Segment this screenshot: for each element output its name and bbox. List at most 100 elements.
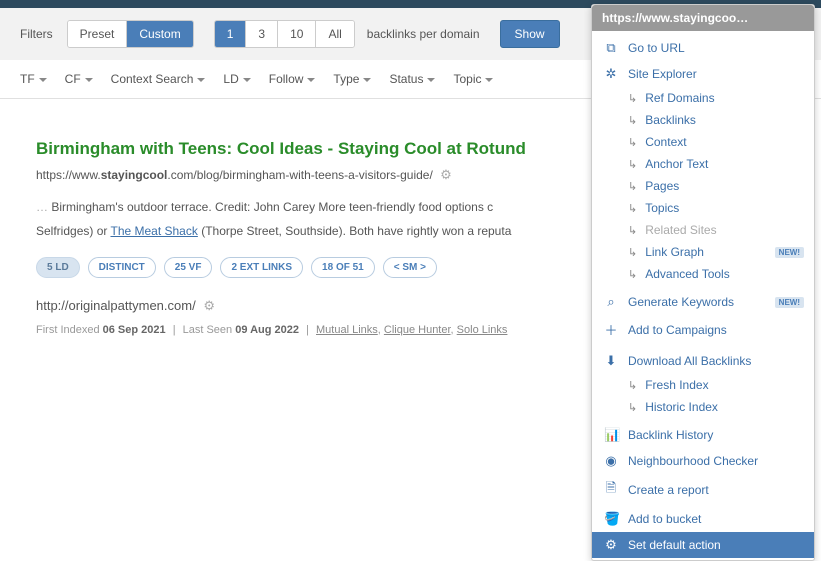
url-domain: stayingcool (101, 168, 168, 182)
menu-site-explorer[interactable]: ✲ Site Explorer (592, 61, 814, 87)
menu-label: Context (645, 135, 686, 149)
menu-fresh-index[interactable]: ↳ Fresh Index (592, 374, 814, 396)
pill-vf[interactable]: 25 VF (164, 257, 213, 278)
sub-arrow-icon: ↳ (628, 158, 637, 171)
status-dropdown[interactable]: Status (389, 72, 435, 86)
menu-download-backlinks[interactable]: ⬇ Download All Backlinks (592, 348, 814, 374)
solo-links-link[interactable]: Solo Links (457, 324, 508, 336)
topic-dropdown[interactable]: Topic (453, 72, 493, 86)
cf-dropdown[interactable]: CF (65, 72, 93, 86)
menu-context[interactable]: ↳ Context (592, 131, 814, 153)
menu-label: Go to URL (628, 41, 685, 55)
menu-label: Backlink History (628, 428, 713, 442)
external-link-icon: ⧉ (604, 40, 618, 56)
mutual-links-link[interactable]: Mutual Links (316, 324, 378, 336)
sub-arrow-icon: ↳ (628, 136, 637, 149)
menu-neighbourhood[interactable]: ◉ Neighbourhood Checker (592, 448, 814, 474)
menu-set-default[interactable]: ⚙ Set default action (592, 532, 814, 558)
menu-label: Backlinks (645, 113, 696, 127)
menu-label: Generate Keywords (628, 295, 734, 309)
ellipsis: … (36, 200, 48, 214)
menu-backlink-history[interactable]: 📊 Backlink History (592, 422, 814, 448)
context-menu-header: https://www.stayingcoo… (592, 5, 814, 31)
filters-label: Filters (20, 27, 53, 41)
menu-label: Ref Domains (645, 91, 714, 105)
first-indexed-date: 06 Sep 2021 (103, 324, 166, 336)
menu-ref-domains[interactable]: ↳ Ref Domains (592, 87, 814, 109)
menu-topics[interactable]: ↳ Topics (592, 197, 814, 219)
pill-ld[interactable]: 5 LD (36, 257, 80, 278)
follow-dropdown[interactable]: Follow (269, 72, 316, 86)
last-seen-label: Last Seen (183, 324, 236, 336)
menu-label: Add to Campaigns (628, 323, 727, 337)
gear-icon[interactable]: ⚙ (440, 167, 452, 183)
pill-of[interactable]: 18 OF 51 (311, 257, 375, 278)
gear-icon: ⚙ (604, 537, 618, 553)
sub-arrow-icon: ↳ (628, 379, 637, 392)
document-icon: 🗎 (604, 479, 618, 501)
tf-dropdown[interactable]: TF (20, 72, 47, 86)
menu-label: Fresh Index (645, 378, 708, 392)
last-seen-date: 09 Aug 2022 (235, 324, 299, 336)
url-prefix: https://www. (36, 168, 101, 182)
menu-anchor-text[interactable]: ↳ Anchor Text (592, 153, 814, 175)
menu-related-sites[interactable]: ↳Related Sites (592, 219, 814, 241)
menu-label: Set default action (628, 538, 721, 552)
pill-distinct[interactable]: DISTINCT (88, 257, 156, 278)
pill-ext-links[interactable]: 2 EXT LINKS (220, 257, 303, 278)
snippet-link[interactable]: The Meat Shack (110, 224, 197, 238)
menu-link-graph[interactable]: ↳Link GraphNEW! (592, 241, 814, 263)
sub-arrow-icon: ↳ (628, 268, 637, 281)
pp-1-button[interactable]: 1 (215, 21, 247, 47)
context-menu: https://www.stayingcoo… ⧉ Go to URL ✲ Si… (591, 4, 815, 561)
menu-create-report[interactable]: 🗎 Create a report (592, 474, 814, 506)
new-badge: NEW! (775, 297, 804, 308)
menu-label: Historic Index (645, 400, 718, 414)
menu-label: Download All Backlinks (628, 354, 751, 368)
menu-generate-keywords[interactable]: ⌕ Generate Keywords NEW! (592, 289, 814, 315)
ld-dropdown[interactable]: LD (223, 72, 250, 86)
menu-add-campaigns[interactable]: ＋ Add to Campaigns (592, 315, 814, 344)
sub-arrow-icon: ↳ (628, 246, 637, 259)
gear-icon[interactable]: ⚙ (203, 298, 215, 314)
type-dropdown[interactable]: Type (333, 72, 371, 86)
preset-button[interactable]: Preset (68, 21, 128, 47)
show-button[interactable]: Show (500, 20, 560, 48)
chart-icon: 📊 (604, 427, 618, 443)
menu-historic-index[interactable]: ↳ Historic Index (592, 396, 814, 418)
menu-label: Topics (645, 201, 679, 215)
sub-arrow-icon: ↳ (628, 92, 637, 105)
sub-arrow-icon: ↳ (628, 202, 637, 215)
menu-label: Pages (645, 179, 679, 193)
sub-arrow-icon: ↳ (628, 114, 637, 127)
snippet-text-2a: Selfridges) or (36, 224, 110, 238)
menu-backlinks[interactable]: ↳ Backlinks (592, 109, 814, 131)
menu-label: Anchor Text (645, 157, 708, 171)
plus-icon: ＋ (604, 320, 618, 339)
pp-3-button[interactable]: 3 (246, 21, 278, 47)
menu-go-to-url[interactable]: ⧉ Go to URL (592, 35, 814, 61)
sub-arrow-icon: ↳ (628, 180, 637, 193)
compass-icon: ✲ (604, 66, 618, 82)
pill-sm[interactable]: < SM > (383, 257, 437, 278)
menu-add-bucket[interactable]: 🪣 Add to bucket (592, 506, 814, 532)
menu-label: Neighbourhood Checker (628, 454, 758, 468)
custom-button[interactable]: Custom (127, 21, 192, 47)
menu-label: Advanced Tools (645, 267, 730, 281)
pp-all-button[interactable]: All (316, 21, 353, 47)
context-search-dropdown[interactable]: Context Search (111, 72, 206, 86)
snippet-text-2b: (Thorpe Street, Southside). Both have ri… (198, 224, 512, 238)
menu-label: Related Sites (645, 223, 716, 237)
menu-advanced-tools[interactable]: ↳ Advanced Tools (592, 263, 814, 285)
backlink-url-text[interactable]: http://originalpattymen.com/ (36, 298, 196, 313)
clique-hunter-link[interactable]: Clique Hunter (384, 324, 451, 336)
pp-10-button[interactable]: 10 (278, 21, 316, 47)
location-icon: ◉ (604, 453, 618, 469)
sub-arrow-icon: ↳ (628, 401, 637, 414)
per-page-group: 1 3 10 All (214, 20, 355, 48)
menu-pages[interactable]: ↳ Pages (592, 175, 814, 197)
menu-label: Add to bucket (628, 512, 701, 526)
menu-label: Create a report (628, 483, 709, 497)
preset-custom-group: Preset Custom (67, 20, 194, 48)
first-indexed-label: First Indexed (36, 324, 103, 336)
